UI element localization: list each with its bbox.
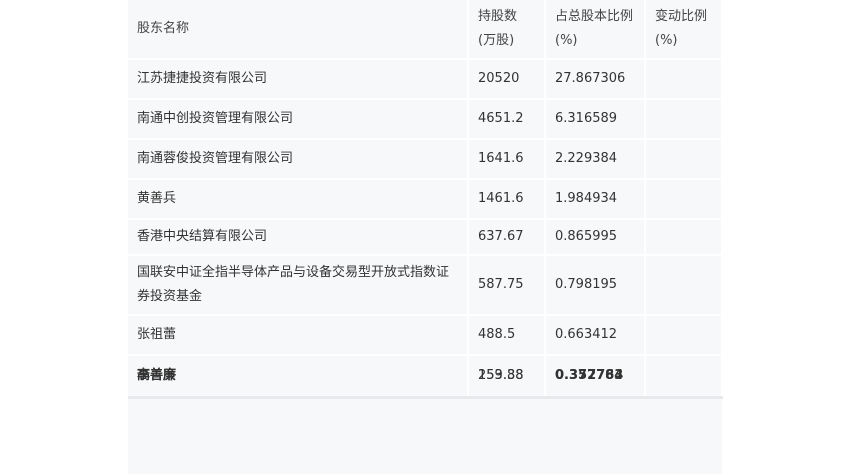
header-shareholder-name: 股东名称 bbox=[128, 0, 469, 60]
change-value bbox=[645, 219, 723, 256]
shareholder-name: 江苏捷捷投资有限公司 bbox=[128, 59, 469, 100]
table-row: 南通中创投资管理有限公司 4651.2 6.316589 bbox=[128, 99, 723, 140]
shareholder-name: 南通中创投资管理有限公司 bbox=[128, 99, 469, 140]
table-row: 南通蓉俊投资管理有限公司 1641.6 2.229384 bbox=[128, 139, 723, 180]
shareholder-name: 香港中央结算有限公司 bbox=[128, 219, 469, 256]
shares-value: 20520 bbox=[468, 59, 546, 100]
table-row: 国联安中证全指半导体产品与设备交易型开放式指数证券投资基金 587.75 0.7… bbox=[128, 255, 723, 316]
table-row: 张祖蕾 488.5 0.663412 bbox=[128, 315, 723, 356]
table-header-row: 股东名称 持股数(万股) 占总股本比例(%) 变动比例(%) bbox=[128, 0, 723, 60]
shareholder-name: 张祖蕾 bbox=[128, 315, 469, 356]
change-value bbox=[645, 99, 723, 140]
table-row: 江苏捷捷投资有限公司 20520 27.867306 bbox=[128, 59, 723, 100]
shares-value: 1461.6 bbox=[468, 179, 546, 220]
table-row: 香港中央结算有限公司 637.67 0.865995 bbox=[128, 219, 723, 256]
overlap-text-b: 153.38 bbox=[478, 368, 524, 383]
ratio-value: 6.316589 bbox=[545, 99, 646, 140]
shareholder-table: 股东名称 持股数(万股) 占总股本比例(%) 变动比例(%) 江苏捷捷投资有限公… bbox=[128, 0, 723, 399]
ratio-value: 0.798195 bbox=[545, 255, 646, 316]
overlap-text-b: 0.377764 bbox=[555, 368, 624, 383]
header-change: 变动比例(%) bbox=[645, 0, 723, 60]
table-row: 黄善兵 1461.6 1.984934 bbox=[128, 179, 723, 220]
change-value bbox=[645, 315, 723, 356]
shareholder-name-overlapped: 高善廉 李善廉 bbox=[128, 355, 469, 399]
ratio-value: 1.984934 bbox=[545, 179, 646, 220]
shares-value: 4651.2 bbox=[468, 99, 546, 140]
overlapping-text: 259.88 153.38 bbox=[478, 364, 524, 388]
table-row-overlapped: 高善廉 李善廉 259.88 153.38 0.352783 0.377764 bbox=[128, 355, 723, 399]
shareholder-name: 黄善兵 bbox=[128, 179, 469, 220]
ratio-value: 27.867306 bbox=[545, 59, 646, 100]
change-value bbox=[645, 255, 723, 316]
change-value bbox=[645, 139, 723, 180]
shares-value-overlapped: 259.88 153.38 bbox=[468, 355, 546, 399]
header-shares: 持股数(万股) bbox=[468, 0, 546, 60]
shares-value: 637.67 bbox=[468, 219, 546, 256]
shares-value: 1641.6 bbox=[468, 139, 546, 180]
shares-value: 587.75 bbox=[468, 255, 546, 316]
ratio-value: 0.663412 bbox=[545, 315, 646, 356]
change-value bbox=[645, 179, 723, 220]
shareholder-name: 国联安中证全指半导体产品与设备交易型开放式指数证券投资基金 bbox=[128, 255, 469, 316]
shares-value: 488.5 bbox=[468, 315, 546, 356]
overlapping-text: 高善廉 李善廉 bbox=[137, 364, 176, 388]
overlapping-text: 0.352783 0.377764 bbox=[555, 364, 623, 388]
ratio-value: 2.229384 bbox=[545, 139, 646, 180]
shareholder-name: 南通蓉俊投资管理有限公司 bbox=[128, 139, 469, 180]
change-value bbox=[645, 355, 723, 399]
ratio-value: 0.865995 bbox=[545, 219, 646, 256]
overlap-text-b: 李善廉 bbox=[137, 368, 177, 383]
header-ratio: 占总股本比例(%) bbox=[545, 0, 646, 60]
ratio-value-overlapped: 0.352783 0.377764 bbox=[545, 355, 646, 399]
change-value bbox=[645, 59, 723, 100]
